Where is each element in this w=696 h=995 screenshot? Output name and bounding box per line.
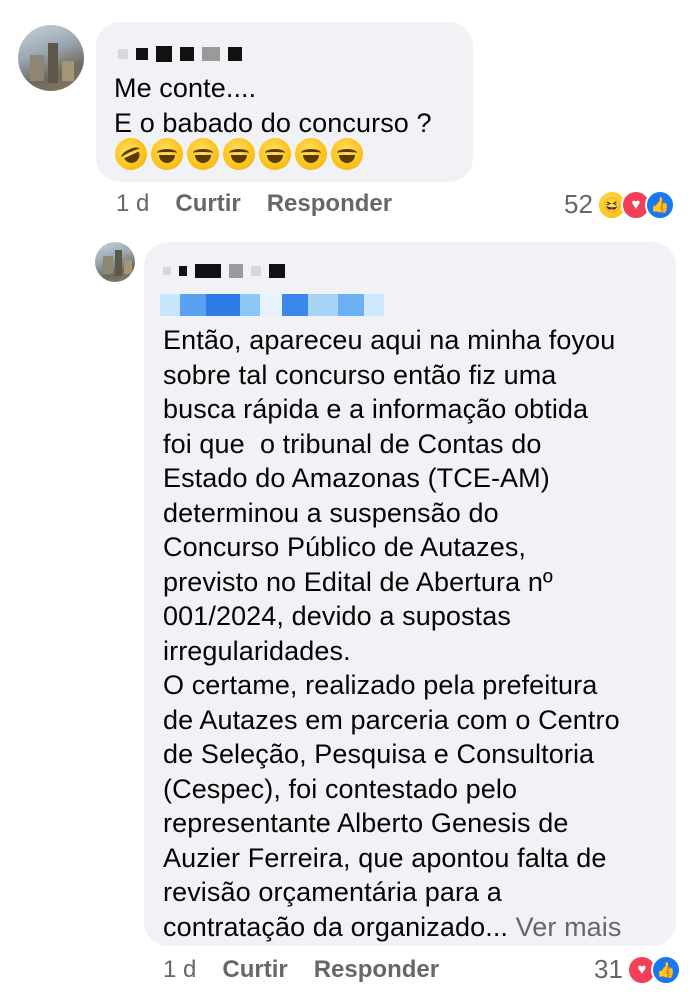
reaction-summary[interactable]: 52 😆 ♥ 👍: [564, 189, 675, 220]
like-button[interactable]: Curtir: [175, 190, 240, 218]
reaction-summary[interactable]: 31 ♥ 👍: [594, 954, 681, 985]
face-with-tears-of-joy-icon: [259, 138, 291, 170]
like-icon: 👍: [644, 189, 675, 220]
see-more-link[interactable]: Ver mais: [516, 912, 622, 942]
comment-text: Me conte.... E o babado do concurso ?: [114, 73, 432, 138]
avatar[interactable]: [18, 25, 84, 91]
reply-actions: 1 d Curtir Responder: [163, 956, 465, 984]
timestamp[interactable]: 1 d: [116, 190, 149, 218]
like-icon: 👍: [650, 954, 681, 985]
reply-text-body: Então, apareceu aqui na minha foyou sobr…: [163, 325, 620, 942]
face-with-tears-of-joy-icon: [151, 138, 183, 170]
reply-button[interactable]: Responder: [314, 956, 439, 984]
author-name-blurred[interactable]: [118, 46, 242, 62]
avatar[interactable]: [95, 242, 135, 282]
reply-button[interactable]: Responder: [267, 190, 392, 218]
face-with-tears-of-joy-icon: [295, 138, 327, 170]
like-button[interactable]: Curtir: [222, 956, 287, 984]
timestamp[interactable]: 1 d: [163, 956, 196, 984]
face-with-tears-of-joy-icon: [331, 138, 363, 170]
reaction-count: 52: [564, 189, 593, 219]
author-name-blurred[interactable]: [163, 264, 285, 278]
reaction-count: 31: [594, 954, 623, 984]
face-with-tears-of-joy-icon: [223, 138, 255, 170]
rolling-on-floor-laughing-icon: [109, 132, 153, 176]
author-subtitle-blurred: [160, 294, 384, 316]
reply-text: Então, apareceu aqui na minha foyou sobr…: [163, 323, 668, 944]
comment-actions: 1 d Curtir Responder: [116, 190, 418, 218]
emoji-row: [109, 132, 363, 176]
face-with-tears-of-joy-icon: [187, 138, 219, 170]
